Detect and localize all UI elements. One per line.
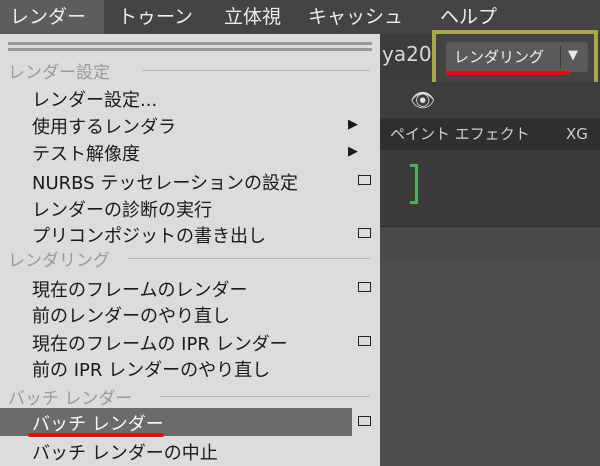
section-title-rendering: レンダリング (8, 251, 110, 271)
menu-item-label: NURBS テッセレーションの設定 (32, 173, 298, 194)
menu-render[interactable]: レンダー (0, 0, 104, 34)
menu-bar: レンダー トゥーン 立体視 キャッシュ ヘルプ (0, 0, 600, 34)
menu-item-redo-previous-render[interactable]: 前のレンダーのやり直し (0, 300, 380, 328)
status-toolbar: 👁 (380, 82, 600, 118)
render-menu: レンダー設定 レンダー設定... 使用するレンダラ ▶ テスト解像度 ▶ NUR… (0, 34, 380, 466)
menu-cache[interactable]: キャッシュ (308, 0, 403, 34)
menu-item-render-current-frame[interactable]: 現在のフレームのレンダー (0, 274, 380, 302)
menu-stereo[interactable]: 立体視 (224, 0, 281, 34)
menu-item-render-diagnostics[interactable]: レンダーの診断の実行 (0, 194, 380, 222)
shelf-bracket-icon (410, 164, 418, 204)
option-box-icon[interactable] (358, 282, 371, 292)
menu-item-label: バッチ レンダーの中止 (32, 443, 218, 464)
menu-item-label: 前の IPR レンダーのやり直し (32, 360, 271, 381)
menu-item-nurbs-tessellation[interactable]: NURBS テッセレーションの設定 (0, 167, 380, 195)
menu-item-label: テスト解像度 (32, 144, 140, 165)
render-mode-dropdown[interactable]: レンダリング ▼ (446, 42, 588, 72)
menu-item-export-precomp[interactable]: プリコンポジットの書き出し (0, 220, 380, 248)
chevron-down-icon[interactable]: ▼ (568, 48, 578, 63)
annotation-frame: レンダリング ▼ (432, 30, 598, 90)
tab-xgen[interactable]: XG (566, 118, 588, 150)
submenu-arrow-icon: ▶ (348, 144, 358, 159)
menu-item-label: レンダー設定... (32, 90, 158, 111)
tear-off-grip[interactable] (8, 42, 372, 45)
menu-help[interactable]: ヘルプ (440, 0, 497, 34)
menu-item-test-resolution[interactable]: テスト解像度 ▶ (0, 138, 380, 166)
option-box-icon[interactable] (358, 175, 371, 185)
dropdown-divider (560, 46, 561, 68)
menu-item-renderer[interactable]: 使用するレンダラ ▶ (0, 111, 380, 139)
menu-item-label: 現在のフレームのレンダー (32, 280, 248, 301)
viewport[interactable] (380, 260, 600, 466)
option-box-icon[interactable] (358, 228, 371, 238)
menu-item-label: 前のレンダーのやり直し (32, 306, 230, 327)
menu-item-render-settings[interactable]: レンダー設定... (0, 84, 380, 112)
shelf-tabs: ペイント エフェクト XG (380, 118, 600, 150)
section-title-render-settings: レンダー設定 (8, 63, 110, 83)
menu-item-label: レンダーの診断の実行 (32, 200, 212, 221)
render-mode-label: レンダリング (454, 48, 545, 66)
annotation-underline-dropdown (446, 71, 570, 75)
menu-toon[interactable]: トゥーン (118, 0, 193, 34)
menu-item-label: 現在のフレームの IPR レンダー (32, 334, 288, 355)
section-divider (128, 258, 370, 259)
option-box-icon[interactable] (358, 336, 371, 346)
menu-item-label: プリコンポジットの書き出し (32, 226, 266, 247)
window-title: ya20 (382, 42, 432, 66)
menu-item-redo-previous-ipr[interactable]: 前の IPR レンダーのやり直し (0, 354, 380, 382)
menu-item-cancel-batch-render[interactable]: バッチ レンダーの中止 (0, 436, 380, 466)
menu-item-ipr-render-current-frame[interactable]: 現在のフレームの IPR レンダー (0, 328, 380, 356)
tab-paint-effects[interactable]: ペイント エフェクト (390, 118, 530, 150)
section-divider (160, 396, 370, 397)
option-box-icon[interactable] (358, 416, 371, 426)
eye-icon[interactable]: 👁 (410, 88, 435, 112)
panel-divider (380, 226, 600, 260)
section-title-batch-render: バッチ レンダー (8, 389, 133, 409)
submenu-arrow-icon: ▶ (348, 117, 358, 132)
section-divider (142, 70, 370, 71)
tear-off-grip-2[interactable] (8, 48, 372, 51)
shelf (380, 150, 600, 226)
menu-item-batch-render[interactable]: バッチ レンダー (0, 408, 352, 436)
menu-item-label: 使用するレンダラ (32, 117, 176, 138)
